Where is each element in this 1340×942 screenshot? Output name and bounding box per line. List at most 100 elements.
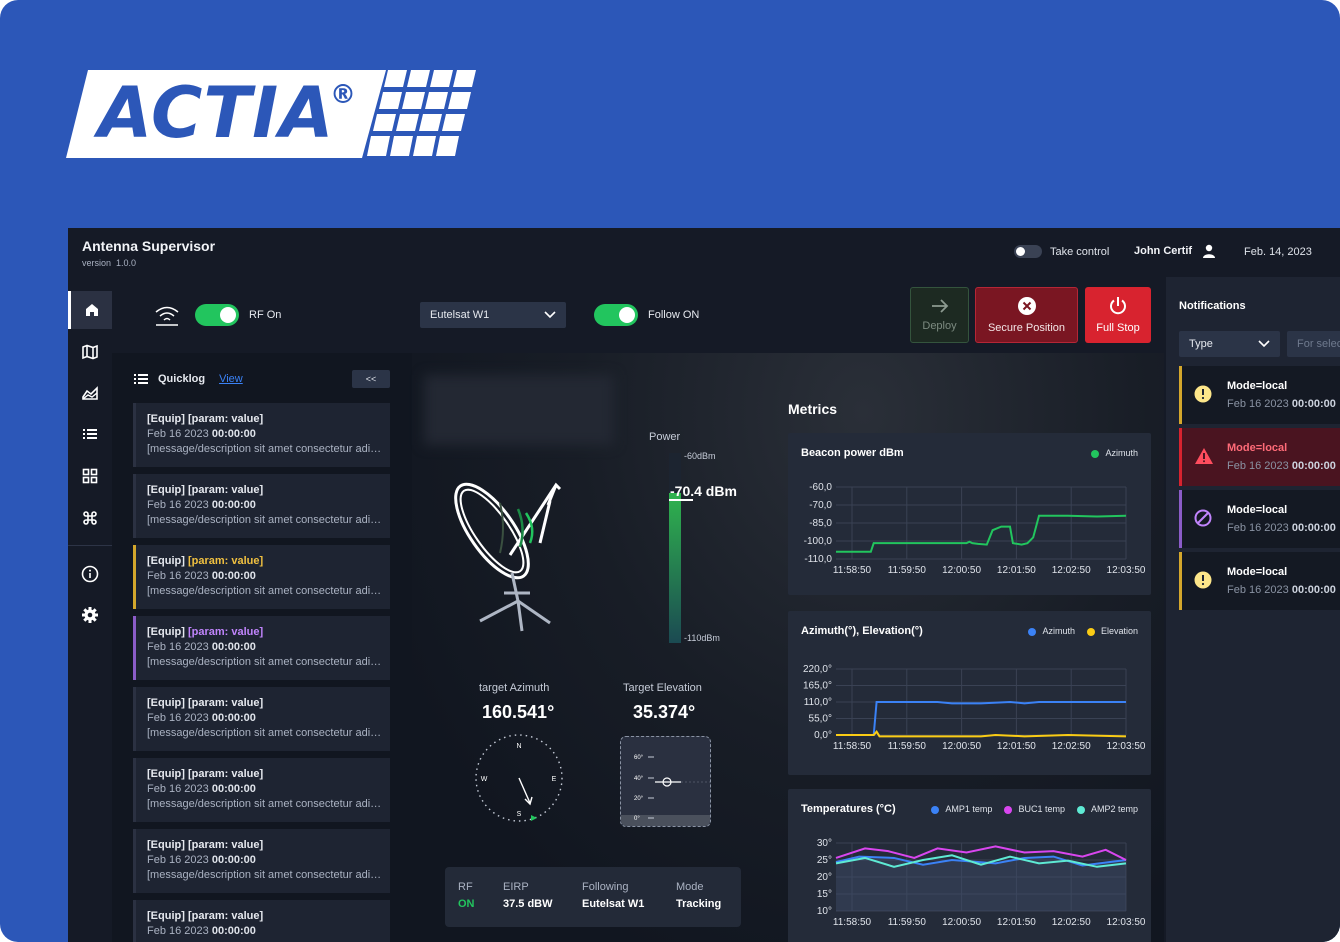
target-elevation-value: 35.374° [633,702,696,722]
series-line [836,514,1127,553]
take-control-switch[interactable] [1014,245,1042,258]
area-chart-icon [82,386,98,400]
notification-item[interactable]: Mode=local Feb 16 2023 00:00:00 [1179,552,1340,610]
power-value: -70.4 dBm [670,483,737,499]
y-tick-label: 220,0° [803,664,832,675]
elevation-gauge: 60° 40° 20° 0° [620,736,711,827]
list-icon [134,374,148,384]
notification-title: Mode=local [1227,380,1288,392]
quicklog-header: Quicklog View [134,373,243,385]
user-icon [1203,244,1216,258]
full-stop-button[interactable]: Full Stop [1085,287,1151,343]
user-menu[interactable]: John Certif [1134,244,1216,258]
legend-label: AMP1 temp [945,804,993,814]
quicklog-equip: [Equip] [147,484,185,496]
logo-wordmark: ACTIA [98,72,335,154]
x-tick-label: 12:00:50 [942,565,981,576]
legend-item[interactable]: AMP2 temp [1076,804,1138,814]
sidebar-item-list[interactable] [68,415,112,453]
quicklog-time: 00:00:00 [211,641,256,653]
sidebar-item-home[interactable] [68,291,112,329]
secure-position-label: Secure Position [987,322,1066,334]
logo-registered-mark: ® [330,80,356,110]
notification-time: 00:00:00 [1291,522,1336,534]
y-tick-label: 25° [817,855,832,866]
power-gauge-fill [669,492,681,643]
quicklog-item[interactable]: [Equip] [param: value] Feb 16 2023 00:00:… [133,545,390,609]
sidebar-item-info[interactable] [68,555,112,593]
quicklog-item[interactable]: [Equip] [param: value] Feb 16 2023 00:00:… [133,758,390,822]
notification-type-value: Type [1189,338,1213,350]
deploy-button[interactable]: Deploy [910,287,969,343]
sidebar-item-dashboard[interactable] [68,457,112,495]
quicklog-param: [param: value] [187,768,264,780]
warning-circle-icon [1194,385,1212,408]
legend-label: Azimuth [1042,626,1075,636]
quicklog-timestamp: Feb 16 2023 00:00:00 [147,428,390,440]
quicklog-item-header: [Equip] [param: value] [147,910,390,922]
grid-icon [82,468,98,484]
quicklog-view-link[interactable]: View [219,373,243,385]
notification-item[interactable]: Mode=local Feb 16 2023 00:00:00 [1179,490,1340,548]
secure-position-button[interactable]: Secure Position [975,287,1078,343]
quicklog-item[interactable]: [Equip] [param: value] Feb 16 2023 00:00:… [133,403,390,467]
notification-type-select[interactable]: Type [1179,331,1280,357]
legend-dot [1076,805,1085,814]
quicklog-item[interactable]: [Equip] [param: value] Feb 16 2023 00:00:… [133,900,390,942]
title-bar: Antenna Supervisor version 1.0.0 Take co… [68,228,1340,277]
take-control-toggle[interactable]: Take control [1014,245,1109,258]
power-max-label: -60dBm [684,451,716,461]
rf-label: RF On [249,309,282,321]
quicklog-message: [message/description sit amet consectetu… [147,443,385,455]
legend-item[interactable]: AMP1 temp [931,804,992,814]
metrics-title: Metrics [788,401,838,417]
status-bar: RF ON EIRP 37.5 dBW Following Eutelsat W1 Mode… [445,867,741,927]
x-tick-label: 12:01:50 [997,565,1036,576]
power-icon [1110,297,1126,315]
satellite-select[interactable]: Eutelsat W1 [420,302,566,328]
y-tick-label: 15° [817,889,832,900]
notification-item[interactable]: Mode=local Feb 16 2023 00:00:00 [1179,366,1340,424]
chart-plot: 220,0° 165,0° 110,0° 55,0° 0,0°11:58:50 11:59… [803,664,1146,752]
y-tick-label: 30° [817,838,832,849]
quicklog-param: [param: value] [187,626,264,638]
legend-item[interactable]: Azimuth [1028,626,1075,636]
quicklog-item[interactable]: [Equip] [param: value] Feb 16 2023 00:00:… [133,474,390,538]
chevron-down-icon [1258,340,1270,348]
legend-item[interactable]: Elevation [1086,626,1138,636]
quicklog-item[interactable]: [Equip] [param: value] Feb 16 2023 00:00:… [133,616,390,680]
sidebar-item-map[interactable] [68,333,112,371]
legend-item[interactable]: BUC1 temp [1004,804,1065,814]
sidebar-item-charts[interactable] [68,374,112,412]
x-tick-label: 12:02:50 [1052,917,1091,928]
sidebar-divider [68,545,112,546]
home-icon [85,304,98,316]
app-window: Antenna Supervisor version 1.0.0 Take co… [68,228,1340,942]
chart-title: Temperatures (°C) [801,803,896,815]
quicklog-item[interactable]: [Equip] [param: value] Feb 16 2023 00:00:… [133,687,390,751]
quicklog-collapse-button[interactable]: << [352,370,390,388]
quicklog-message: [message/description sit amet consectetu… [147,656,385,668]
y-tick-label: -85,0 [809,518,832,529]
quicklog-time: 00:00:00 [211,428,256,440]
rf-toggle[interactable] [195,304,239,326]
current-date: Feb. 14, 2023 [1244,246,1312,258]
notification-item[interactable]: Mode=local Feb 16 2023 00:00:00 [1179,428,1340,486]
quicklog-item[interactable]: [Equip] [param: value] Feb 16 2023 00:00:… [133,829,390,893]
close-circle-icon [1017,297,1036,315]
quicklog-panel: Quicklog View << [Equip] [param: value] F… [120,353,394,942]
notification-search-input[interactable]: For select... [1287,331,1340,357]
notification-date: Feb 16 2023 [1227,398,1289,410]
x-tick-label: 11:58:50 [833,917,872,928]
sidebar-item-settings[interactable] [68,596,112,634]
x-tick-label: 11:59:50 [888,917,927,928]
y-tick-label: 110,0° [804,697,832,708]
wifi-icon [155,306,179,326]
antenna-panel: Power -60dBm -70.4 dBm -110dBm target Az… [412,353,788,942]
follow-toggle[interactable] [594,304,638,326]
chart-legend: Azimuth [1091,448,1138,458]
sidebar-item-commands[interactable] [68,499,112,537]
x-tick-label: 11:59:50 [888,741,927,752]
legend-item[interactable]: Azimuth [1091,448,1138,458]
quicklog-time: 00:00:00 [211,712,256,724]
